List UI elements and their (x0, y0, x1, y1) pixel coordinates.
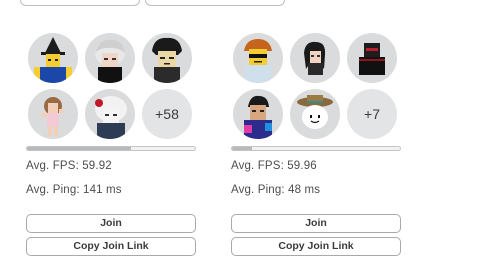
top-button-left[interactable] (20, 0, 140, 6)
avatar-thumbnail-icon (95, 39, 125, 83)
average-ping: Avg. Ping: 141 ms (26, 184, 122, 196)
server-capacity-bar (26, 146, 196, 151)
server-capacity-bar (231, 146, 401, 151)
average-ping: Avg. Ping: 48 ms (231, 184, 321, 196)
avatar-thumbnail-icon (297, 95, 333, 129)
player-avatar[interactable] (290, 89, 340, 139)
player-avatar[interactable] (28, 33, 78, 83)
server-card: +58 Avg. FPS: 59.92 Avg. Ping: 141 ms Jo… (26, 33, 196, 256)
player-avatar[interactable] (347, 33, 397, 83)
average-fps: Avg. FPS: 59.96 (231, 160, 317, 172)
join-button[interactable]: Join (26, 214, 196, 233)
player-avatar[interactable] (290, 33, 340, 83)
avatar-thumbnail-icon (41, 97, 64, 136)
player-avatar[interactable] (233, 33, 283, 83)
more-players-count[interactable]: +7 (347, 89, 397, 139)
player-avatar-grid: +58 (28, 33, 196, 139)
top-button-right[interactable] (145, 0, 285, 6)
avatar-thumbnail-icon (244, 39, 272, 83)
avatar-thumbnail-icon (244, 95, 272, 139)
join-button[interactable]: Join (231, 214, 401, 233)
avatar-thumbnail-icon (34, 37, 72, 83)
server-card: +7 Avg. FPS: 59.96 Avg. Ping: 48 ms Join… (231, 33, 401, 256)
avatar-thumbnail-icon (152, 37, 182, 83)
avatar-thumbnail-icon (359, 43, 385, 75)
player-avatar[interactable] (233, 89, 283, 139)
avatar-thumbnail-icon (95, 96, 127, 139)
avatar-thumbnail-icon (304, 41, 326, 75)
player-avatar[interactable] (28, 89, 78, 139)
player-avatar-grid: +7 (233, 33, 401, 139)
player-avatar[interactable] (142, 33, 192, 83)
copy-join-link-button[interactable]: Copy Join Link (26, 237, 196, 256)
server-capacity-fill (232, 147, 253, 150)
average-fps: Avg. FPS: 59.92 (26, 160, 112, 172)
player-avatar[interactable] (85, 33, 135, 83)
server-capacity-fill (27, 147, 132, 150)
player-avatar[interactable] (85, 89, 135, 139)
copy-join-link-button[interactable]: Copy Join Link (231, 237, 401, 256)
more-players-count[interactable]: +58 (142, 89, 192, 139)
